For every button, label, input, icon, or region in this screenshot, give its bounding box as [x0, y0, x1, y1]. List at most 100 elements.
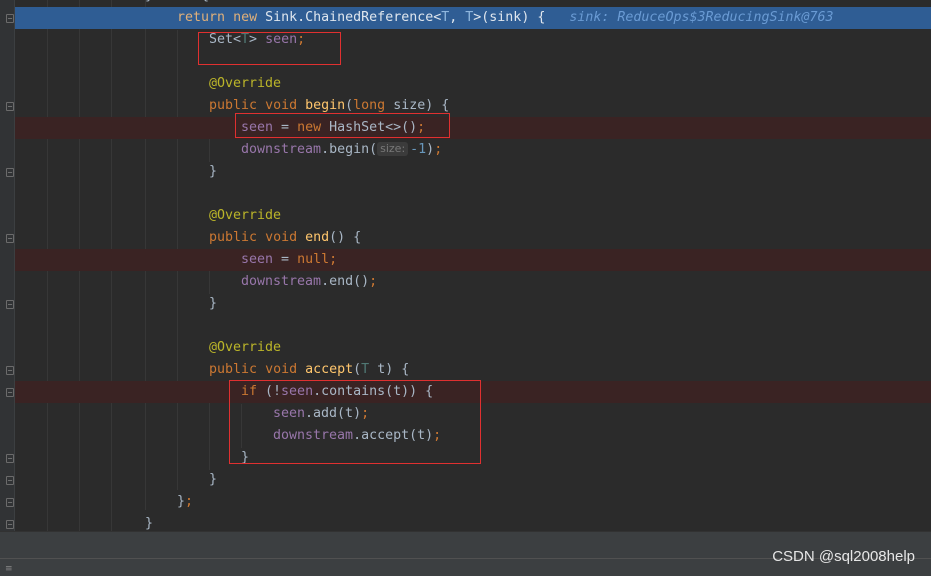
code-text: () { [329, 230, 362, 245]
keyword: public [209, 362, 258, 377]
fold-icon[interactable]: − [6, 454, 14, 463]
editor-gutter[interactable] [0, 0, 14, 531]
code-line: @Override [15, 73, 931, 95]
brace: } [177, 494, 186, 509]
code-text: , [449, 10, 466, 25]
code-line: }; [15, 491, 931, 513]
layout-icon[interactable]: ≡ [5, 565, 17, 574]
code-text: .add(t) [305, 406, 362, 421]
type-param: T [361, 362, 370, 377]
code-line-marked: if (!seen.contains(t)) { [15, 381, 931, 403]
semicolon: ; [434, 142, 443, 157]
fold-icon[interactable]: − [6, 14, 14, 23]
code-line: public void accept(T t) { [15, 359, 931, 381]
method-name: begin [305, 98, 346, 113]
brace: } [209, 164, 218, 179]
field-name: seen [241, 252, 274, 267]
code-line: downstream.end(); [15, 271, 931, 293]
fold-icon[interactable]: − [6, 300, 14, 309]
code-editor[interactable]: } else { return new Sink.ChainedReferenc… [0, 0, 931, 531]
code-text: (! [257, 384, 282, 399]
code-text: = [273, 120, 298, 135]
code-text: = [273, 252, 298, 267]
semicolon: ; [297, 32, 306, 47]
keyword: new [233, 10, 258, 25]
code-line-marked: seen = new HashSet<>(); [15, 117, 931, 139]
code-line: } [15, 293, 931, 315]
code-line: Set<T> seen; [15, 29, 931, 51]
keyword: new [297, 120, 322, 135]
keyword: return [177, 10, 226, 25]
code-text: >(sink) { [473, 10, 546, 25]
code-line-current: return new Sink.ChainedReference<T, T>(s… [15, 7, 931, 29]
keyword: if [241, 384, 258, 399]
fold-icon[interactable]: − [6, 520, 14, 529]
fold-icon[interactable]: − [6, 234, 14, 243]
method-name: accept [305, 362, 354, 377]
keyword: void [265, 362, 298, 377]
annotation: @Override [209, 340, 282, 355]
keyword: long [353, 98, 386, 113]
field-name: seen [273, 406, 306, 421]
code-line: downstream.accept(t); [15, 425, 931, 447]
status-bar: ≡ CSDN @sql2008help [0, 531, 931, 576]
number-literal: -1 [410, 142, 427, 157]
method-name: end [305, 230, 330, 245]
field-name: seen [241, 120, 274, 135]
brace: } [209, 296, 218, 311]
semicolon: ; [361, 406, 370, 421]
code-text: Sink.ChainedReference< [265, 10, 442, 25]
code-line-marked: seen = null; [15, 249, 931, 271]
code-line: } [15, 469, 931, 491]
fold-icon[interactable]: − [6, 168, 14, 177]
semicolon: ; [329, 252, 338, 267]
code-text: .accept(t) [353, 428, 434, 443]
field-name: seen [281, 384, 314, 399]
code-text: Set< [209, 32, 242, 47]
fold-icon[interactable]: − [6, 476, 14, 485]
code-line: downstream.begin(size: -1); [15, 139, 931, 161]
code-text: > [249, 32, 266, 47]
code-line: } [15, 161, 931, 183]
debug-inline-value[interactable]: sink: ReduceOps$3ReducingSink@763 [569, 10, 833, 25]
code-text: .begin( [321, 142, 378, 157]
code-line: } [15, 447, 931, 469]
code-text: ( [345, 98, 354, 113]
keyword: void [265, 98, 298, 113]
fold-icon[interactable]: − [6, 388, 14, 397]
watermark: CSDN @sql2008help [772, 548, 915, 565]
field-name: downstream [273, 428, 354, 443]
brace: } [241, 450, 250, 465]
code-line: seen.add(t); [15, 403, 931, 425]
annotation: @Override [209, 208, 282, 223]
keyword: null [297, 252, 330, 267]
fold-icon[interactable]: − [6, 498, 14, 507]
type-param: T [241, 32, 250, 47]
annotation: @Override [209, 76, 282, 91]
code-text: .end() [321, 274, 370, 289]
semicolon: ; [417, 120, 426, 135]
code-text: ) [426, 142, 435, 157]
parameter-hint: size: [377, 142, 409, 156]
fold-icon[interactable]: − [6, 102, 14, 111]
code-line-partial: } else { [15, 0, 931, 7]
keyword: public [209, 230, 258, 245]
semicolon: ; [185, 494, 194, 509]
field-name: downstream [241, 274, 322, 289]
semicolon: ; [433, 428, 442, 443]
code-line: } [15, 513, 931, 531]
semicolon: ; [369, 274, 378, 289]
keyword: void [265, 230, 298, 245]
code-text: ( [353, 362, 362, 377]
code-text: size) { [385, 98, 450, 113]
code-line: @Override [15, 205, 931, 227]
brace: } [145, 516, 154, 531]
code-text: .contains(t)) { [313, 384, 434, 399]
field-name: downstream [241, 142, 322, 157]
code-text: t) { [369, 362, 410, 377]
keyword: public [209, 98, 258, 113]
fold-icon[interactable]: − [6, 366, 14, 375]
code-line: @Override [15, 337, 931, 359]
field-name: seen [265, 32, 298, 47]
code-line: public void begin(long size) { [15, 95, 931, 117]
